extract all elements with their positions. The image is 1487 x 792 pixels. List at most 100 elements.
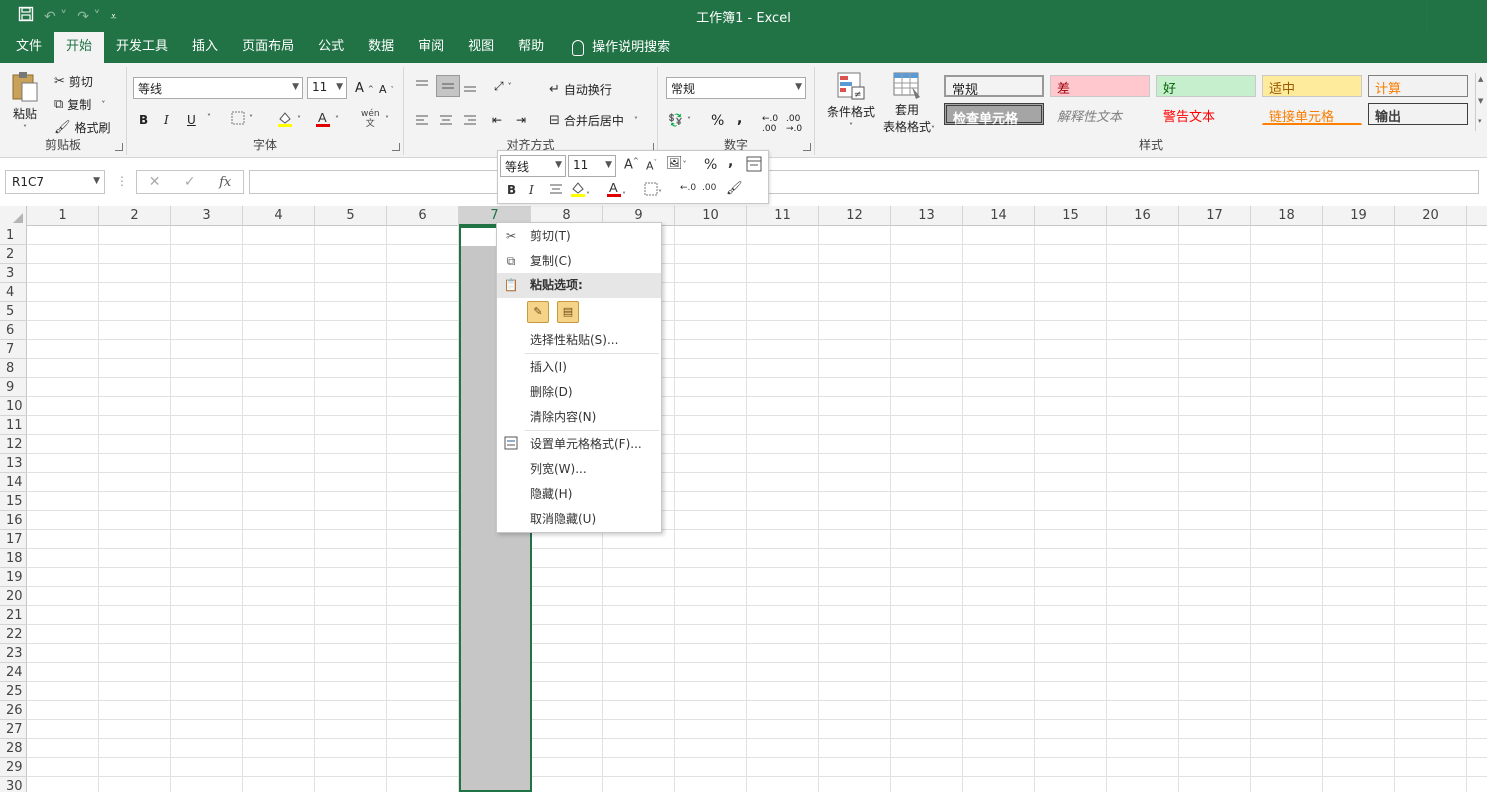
column-header[interactable]: 11 bbox=[747, 206, 819, 226]
row-header[interactable]: 19 bbox=[0, 568, 27, 587]
row-header[interactable]: 28 bbox=[0, 739, 27, 758]
more-styles-icon[interactable]: ▾ bbox=[1478, 117, 1482, 125]
column-header[interactable]: 14 bbox=[963, 206, 1035, 226]
row-header[interactable]: 1 bbox=[0, 226, 27, 245]
row-header[interactable]: 14 bbox=[0, 473, 27, 492]
row-header[interactable]: 21 bbox=[0, 606, 27, 625]
row-header[interactable]: 2 bbox=[0, 245, 27, 264]
scroll-up-icon[interactable]: ▲ bbox=[1478, 75, 1483, 83]
merge-center-button[interactable]: ⊟ 合并后居中 ˅ bbox=[549, 112, 638, 129]
menu-item-copy[interactable]: ⧉ 复制(C) bbox=[497, 249, 661, 274]
increase-font-icon[interactable]: A ^ bbox=[355, 81, 374, 96]
mini-decrease-decimal-icon[interactable]: .00 bbox=[702, 183, 716, 193]
style-calculation[interactable]: 计算 bbox=[1368, 75, 1468, 97]
row-header[interactable]: 4 bbox=[0, 283, 27, 302]
number-launcher-icon[interactable] bbox=[803, 143, 811, 151]
column-header[interactable]: 4 bbox=[243, 206, 315, 226]
decrease-indent-icon[interactable]: ⇤ bbox=[492, 113, 502, 127]
formula-input[interactable] bbox=[249, 170, 1479, 194]
mini-font-color-icon[interactable]: A ˅ bbox=[606, 180, 626, 202]
row-header[interactable]: 8 bbox=[0, 359, 27, 378]
copy-button[interactable]: ⧉ 复制 ˅ bbox=[54, 96, 105, 113]
row-header[interactable]: 26 bbox=[0, 701, 27, 720]
orientation-icon[interactable]: ⤢ ˅ bbox=[494, 79, 512, 94]
italic-button[interactable]: I bbox=[164, 113, 169, 127]
row-header[interactable]: 5 bbox=[0, 302, 27, 321]
tab-help[interactable]: 帮助 bbox=[506, 32, 556, 63]
column-header[interactable]: 16 bbox=[1107, 206, 1179, 226]
row-header[interactable]: 30 bbox=[0, 777, 27, 792]
align-right-icon[interactable] bbox=[462, 113, 478, 127]
row-header[interactable]: 17 bbox=[0, 530, 27, 549]
mini-format-table-icon[interactable] bbox=[746, 156, 762, 176]
mini-cell-styles-icon[interactable]: 🖼˅ bbox=[666, 156, 687, 171]
paste-button[interactable]: 粘贴 ˅ bbox=[10, 71, 40, 133]
row-header[interactable]: 16 bbox=[0, 511, 27, 530]
style-output[interactable]: 输出 bbox=[1368, 103, 1468, 125]
bold-button[interactable]: B bbox=[139, 113, 148, 127]
menu-item-paste-special[interactable]: 选择性粘贴(S)... bbox=[497, 328, 661, 353]
column-header[interactable]: 12 bbox=[819, 206, 891, 226]
column-header[interactable]: 19 bbox=[1323, 206, 1395, 226]
mini-percent-button[interactable]: % bbox=[704, 157, 717, 173]
mini-decrease-font-icon[interactable]: Aˇ bbox=[646, 159, 657, 173]
style-check-cell[interactable]: 检查单元格 bbox=[944, 103, 1044, 127]
decrease-decimal-icon[interactable]: .00 →.0 bbox=[786, 114, 802, 134]
menu-item-delete[interactable]: 删除(D) bbox=[497, 380, 661, 405]
font-launcher-icon[interactable] bbox=[392, 143, 400, 151]
column-header[interactable]: 15 bbox=[1035, 206, 1107, 226]
phonetic-guide-icon[interactable]: wén 文 bbox=[361, 109, 380, 129]
style-normal[interactable]: 常规 bbox=[944, 75, 1044, 98]
row-header[interactable]: 13 bbox=[0, 454, 27, 473]
align-left-icon[interactable] bbox=[414, 113, 430, 127]
row-header[interactable]: 24 bbox=[0, 663, 27, 682]
format-as-table-button[interactable]: 套用 表格格式 bbox=[877, 71, 937, 135]
underline-button[interactable]: U bbox=[187, 113, 196, 127]
select-all-button[interactable] bbox=[0, 206, 27, 226]
row-header[interactable]: 22 bbox=[0, 625, 27, 644]
fill-color-icon[interactable]: ˅ bbox=[277, 110, 301, 128]
wrap-text-button[interactable]: ↵ 自动换行 bbox=[549, 81, 612, 98]
decrease-font-icon[interactable]: Aˇ bbox=[379, 83, 394, 96]
increase-indent-icon[interactable]: ⇥ bbox=[516, 113, 526, 127]
top-align-icon[interactable] bbox=[414, 79, 430, 93]
column-header[interactable]: 5 bbox=[315, 206, 387, 226]
percent-style-button[interactable]: % bbox=[711, 113, 724, 129]
align-center-icon[interactable] bbox=[438, 113, 454, 127]
row-header[interactable]: 20 bbox=[0, 587, 27, 606]
conditional-formatting-button[interactable]: ≠ 条件格式 ˅ bbox=[825, 71, 877, 131]
name-box[interactable]: R1C7 ▼ bbox=[5, 170, 105, 194]
column-header[interactable]: 17 bbox=[1179, 206, 1251, 226]
tab-developer[interactable]: 开发工具 bbox=[104, 32, 180, 63]
column-header[interactable]: 3 bbox=[171, 206, 243, 226]
scroll-down-icon[interactable]: ▼ bbox=[1478, 97, 1483, 105]
accounting-format-icon[interactable]: 💱 ˅ bbox=[668, 113, 691, 127]
comma-style-button[interactable]: , bbox=[737, 111, 742, 127]
menu-item-column-width[interactable]: 列宽(W)... bbox=[497, 457, 661, 482]
row-header[interactable]: 9 bbox=[0, 378, 27, 397]
style-explanatory[interactable]: 解释性文本 bbox=[1050, 103, 1150, 125]
clipboard-launcher-icon[interactable] bbox=[115, 143, 123, 151]
column-header[interactable]: 6 bbox=[387, 206, 459, 226]
mini-format-painter-icon[interactable]: 🖌 bbox=[726, 181, 743, 196]
phonetic-dropdown-icon[interactable]: ˅ bbox=[385, 115, 389, 124]
style-linked-cell[interactable]: 链接单元格 bbox=[1262, 103, 1362, 125]
mini-font-name-combo[interactable]: 等线 ▼ bbox=[500, 155, 566, 177]
style-bad[interactable]: 差 bbox=[1050, 75, 1150, 97]
menu-item-insert[interactable]: 插入(I) bbox=[497, 355, 661, 380]
mini-center-icon[interactable] bbox=[548, 182, 564, 200]
mini-comma-button[interactable]: , bbox=[728, 154, 733, 170]
insert-function-icon[interactable]: fx bbox=[219, 175, 231, 190]
cell-area[interactable] bbox=[27, 226, 1487, 792]
tab-view[interactable]: 视图 bbox=[456, 32, 506, 63]
column-header[interactable]: 20 bbox=[1395, 206, 1467, 226]
tab-home[interactable]: 开始 bbox=[54, 32, 105, 63]
tab-formulas[interactable]: 公式 bbox=[306, 32, 356, 63]
paste-values-icon[interactable]: ▤ bbox=[557, 301, 579, 323]
mini-font-size-combo[interactable]: 11 ▼ bbox=[568, 155, 616, 177]
tab-review[interactable]: 审阅 bbox=[406, 32, 456, 63]
style-good[interactable]: 好 bbox=[1156, 75, 1256, 97]
row-header[interactable]: 11 bbox=[0, 416, 27, 435]
mini-increase-decimal-icon[interactable]: ←.0 bbox=[680, 183, 696, 193]
column-header[interactable]: 10 bbox=[675, 206, 747, 226]
